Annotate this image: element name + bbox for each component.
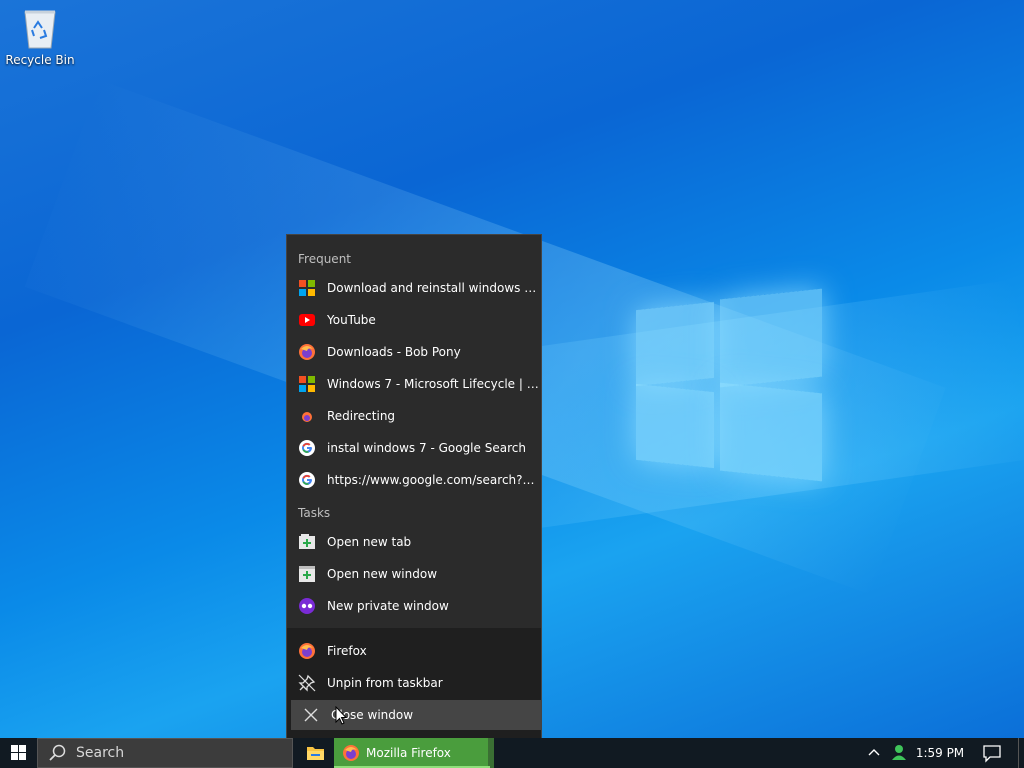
microsoft-icon — [298, 279, 316, 297]
jump-item-label: YouTube — [327, 313, 376, 327]
jump-item-label: Redirecting — [327, 409, 396, 423]
show-hidden-icons-button[interactable] — [864, 738, 884, 768]
close-icon — [302, 706, 320, 724]
mouse-cursor-icon — [335, 706, 347, 725]
jump-item-label: Download and reinstall windows 7 ho... — [327, 281, 541, 295]
google-icon — [298, 439, 316, 457]
jump-item-frequent[interactable]: Download and reinstall windows 7 ho... — [287, 273, 541, 303]
desktop-icon-recycle-bin[interactable]: Recycle Bin — [4, 6, 76, 67]
taskbar-button-edge — [488, 738, 494, 768]
jump-item-frequent[interactable]: Redirecting — [287, 401, 541, 431]
folder-icon — [307, 747, 324, 760]
new-tab-icon — [298, 533, 316, 551]
jump-item-label: Open new window — [327, 567, 438, 581]
search-icon — [49, 744, 66, 761]
recycle-bin-icon — [20, 6, 60, 50]
jump-item-label: Downloads - Bob Pony — [327, 345, 461, 359]
user-status-icon — [892, 745, 906, 760]
jump-item-open-new-window[interactable]: Open new window — [287, 559, 541, 589]
private-window-icon — [298, 597, 316, 615]
taskbar-firefox-button[interactable]: Mozilla Firefox — [334, 738, 494, 768]
taskbar-firefox-label: Mozilla Firefox — [366, 746, 451, 760]
jump-item-close-window[interactable]: Close window — [291, 700, 541, 730]
windows-logo-wallpaper — [636, 288, 826, 482]
jump-item-frequent[interactable]: Windows 7 - Microsoft Lifecycle | Micr..… — [287, 369, 541, 399]
taskbar-file-explorer[interactable] — [297, 738, 333, 768]
youtube-icon — [298, 311, 316, 329]
jump-item-label: Open new tab — [327, 535, 412, 549]
jump-item-frequent[interactable]: YouTube — [287, 305, 541, 335]
start-button[interactable] — [0, 738, 37, 768]
taskbar: Search Mozilla Firefox 1:59 PM — [0, 738, 1024, 768]
firefox-icon — [343, 745, 359, 761]
jump-item-frequent[interactable]: instal windows 7 - Google Search — [287, 433, 541, 463]
jump-list-app-section: Firefox Unpin from taskbar Close window — [287, 628, 541, 738]
tasks-header: Tasks — [298, 506, 331, 520]
google-icon — [298, 471, 316, 489]
unpin-icon — [298, 674, 316, 692]
taskbar-clock[interactable]: 1:59 PM — [914, 738, 966, 768]
jump-item-frequent[interactable]: https://www.google.com/search?q=ins... — [287, 465, 541, 495]
firefox-icon — [298, 642, 316, 660]
jump-item-firefox[interactable]: Firefox — [287, 636, 541, 666]
jump-item-label: https://www.google.com/search?q=ins... — [327, 473, 541, 487]
jump-item-label: Unpin from taskbar — [327, 676, 443, 690]
tray-user-icon-button[interactable] — [888, 738, 910, 768]
action-center-button[interactable] — [978, 738, 1006, 768]
chevron-up-icon — [868, 749, 880, 756]
firefox-icon — [298, 343, 316, 361]
jump-item-unpin[interactable]: Unpin from taskbar — [287, 668, 541, 698]
jump-item-label: New private window — [327, 599, 449, 613]
frequent-header: Frequent — [298, 252, 351, 266]
jump-item-open-new-tab[interactable]: Open new tab — [287, 527, 541, 557]
firefox-small-icon — [298, 407, 316, 425]
jump-item-label: Firefox — [327, 644, 367, 658]
jump-item-new-private-window[interactable]: New private window — [287, 591, 541, 621]
taskbar-search-box[interactable]: Search — [37, 738, 293, 768]
recycle-bin-label: Recycle Bin — [5, 53, 75, 67]
firefox-jump-list: Frequent Download and reinstall windows … — [286, 234, 542, 738]
search-placeholder: Search — [76, 745, 125, 761]
jump-item-label: Close window — [331, 708, 414, 722]
show-desktop-button[interactable] — [1018, 738, 1024, 768]
jump-item-label: Windows 7 - Microsoft Lifecycle | Micr..… — [327, 377, 541, 391]
microsoft-icon — [298, 375, 316, 393]
jump-item-label: instal windows 7 - Google Search — [327, 441, 526, 455]
new-window-icon — [298, 565, 316, 583]
notification-icon — [983, 745, 1001, 763]
windows-start-icon — [11, 745, 26, 760]
jump-item-frequent[interactable]: Downloads - Bob Pony — [287, 337, 541, 367]
